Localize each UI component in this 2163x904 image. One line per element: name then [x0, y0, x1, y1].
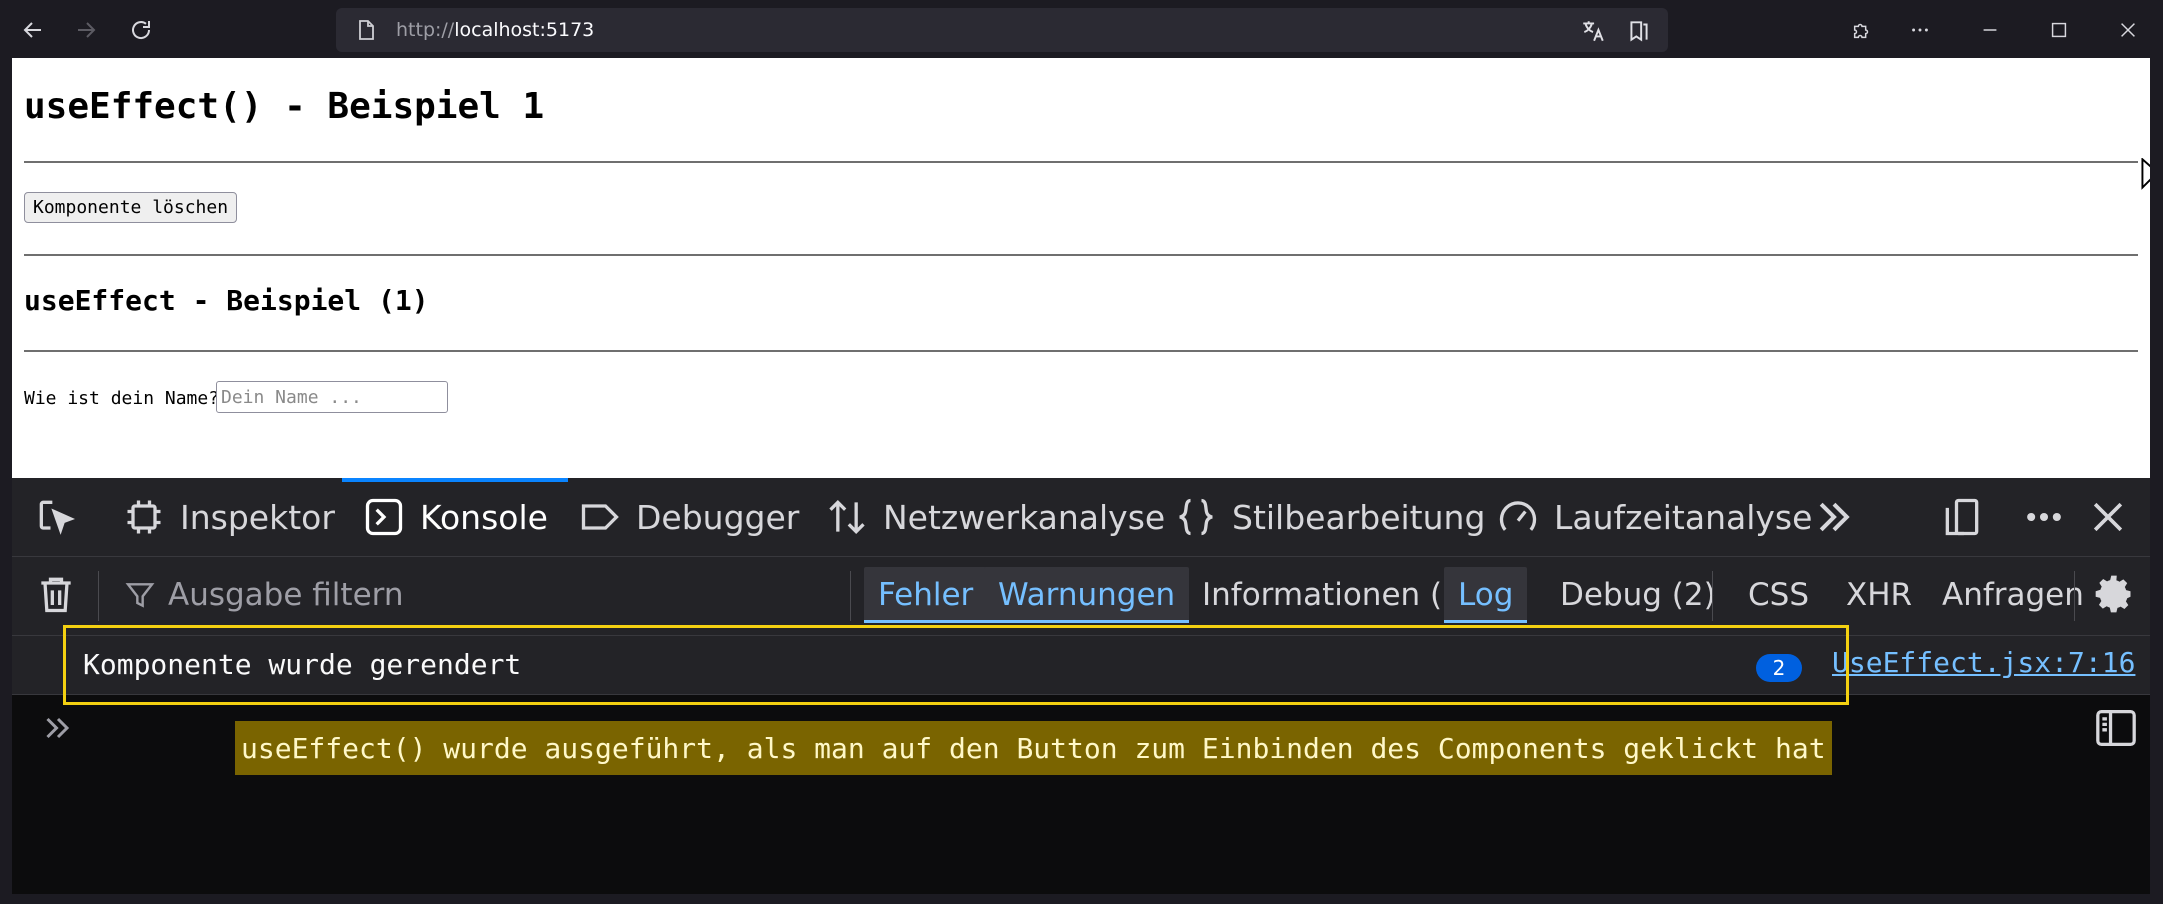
performance-icon — [1499, 501, 1537, 531]
extensions-button[interactable] — [1840, 10, 1884, 50]
tab-inspector[interactable]: Inspektor — [122, 478, 335, 556]
minimize-icon — [1983, 29, 1997, 31]
console-message[interactable]: Komponente wurde gerendert 2 UseEffect.j… — [12, 636, 2150, 695]
tab-debugger[interactable]: Debugger — [578, 478, 799, 556]
source-link[interactable]: UseEffect.jsx:7:16 — [1832, 646, 2135, 679]
filter-warnings[interactable]: Warnungen — [984, 567, 1190, 623]
forward-button[interactable] — [64, 10, 108, 50]
page-viewport: useEffect() - Beispiel 1 Komponente lösc… — [12, 58, 2150, 478]
devtools-tabbar: Inspektor Konsole Debugger Netzwerkanaly… — [12, 478, 2150, 557]
menu-button[interactable] — [1898, 10, 1942, 50]
divider — [24, 254, 2138, 256]
toolbar-separator — [2074, 571, 2075, 621]
filter-debug[interactable]: Debug (2) — [1546, 567, 1730, 623]
toolbar-separator — [850, 571, 851, 621]
tab-performance[interactable]: Laufzeitanalyse — [1496, 478, 1812, 556]
console-icon — [365, 498, 403, 536]
url-scheme: http:// — [396, 19, 455, 41]
toolbar-separator — [1712, 571, 1713, 621]
annotation-label: useEffect() wurde ausgeführt, als man au… — [235, 721, 1832, 775]
close-devtools-icon[interactable] — [2086, 495, 2130, 539]
filter-xhr[interactable]: XHR — [1832, 567, 1926, 623]
network-icon — [829, 499, 865, 535]
filter-errors[interactable]: Fehler — [864, 567, 988, 623]
devtools-panel: Inspektor Konsole Debugger Netzwerkanaly… — [12, 478, 2150, 894]
arrow-right-icon — [78, 22, 96, 38]
delete-component-button[interactable]: Komponente löschen — [24, 192, 238, 223]
close-icon — [2121, 23, 2135, 37]
filter-log[interactable]: Log — [1444, 567, 1528, 623]
arrow-left-icon — [23, 22, 41, 38]
tab-style-editor[interactable]: Stilbearbeitung — [1174, 478, 1485, 556]
inspector-icon — [127, 500, 161, 534]
puzzle-icon — [1853, 23, 1869, 39]
debugger-icon — [581, 504, 619, 530]
reader-view-icon[interactable] — [1626, 18, 1652, 44]
trash-icon[interactable] — [34, 572, 78, 616]
tab-label: Stilbearbeitung — [1232, 497, 1486, 537]
dock-toggle-icon[interactable] — [1940, 495, 1984, 539]
filter-input[interactable]: Ausgabe filtern — [168, 577, 404, 613]
style-editor-icon — [1179, 498, 1213, 536]
page-title: useEffect() - Beispiel 1 — [24, 86, 545, 127]
mouse-cursor-icon — [2141, 158, 2150, 190]
filter-icon — [125, 583, 155, 608]
tab-label: Inspektor — [180, 497, 335, 537]
tab-label: Laufzeitanalyse — [1554, 497, 1813, 537]
address-bar[interactable]: http://localhost:5173 — [336, 8, 1668, 52]
maximize-button[interactable] — [2037, 10, 2081, 50]
divider — [24, 161, 2138, 163]
reload-icon — [132, 21, 151, 39]
chevron-double-right-icon[interactable] — [1812, 495, 1856, 539]
tab-label: Konsole — [420, 497, 548, 537]
url-host: localhost:5173 — [454, 19, 595, 41]
reload-button[interactable] — [119, 10, 163, 50]
filter-requests[interactable]: Anfragen — [1928, 567, 2098, 623]
filter-css[interactable]: CSS — [1734, 567, 1823, 623]
url-text: http://localhost:5173 — [396, 19, 594, 41]
name-label: Wie ist dein Name? — [24, 388, 220, 409]
toolbar-separator — [98, 571, 99, 621]
more-horizontal-icon[interactable] — [2022, 495, 2066, 539]
name-input[interactable] — [216, 381, 448, 413]
page-icon — [359, 20, 374, 40]
maximize-icon — [2051, 22, 2067, 38]
repeat-count-badge: 2 — [1756, 654, 1802, 682]
filter-info[interactable]: Informationen (1) — [1188, 567, 1488, 623]
tab-network[interactable]: Netzwerkanalyse — [825, 478, 1165, 556]
translate-icon[interactable] — [1580, 18, 1606, 44]
divider — [24, 350, 2138, 352]
close-window-button[interactable] — [2106, 10, 2150, 50]
tab-label: Netzwerkanalyse — [883, 497, 1166, 537]
browser-titlebar: http://localhost:5173 — [0, 0, 2163, 58]
chevron-double-right-icon — [46, 717, 70, 739]
console-toolbar: Ausgabe filtern Fehler Warnungen Informa… — [12, 557, 2150, 636]
console-message-text: Komponente wurde gerendert — [83, 648, 522, 681]
tab-console[interactable]: Konsole — [342, 478, 568, 556]
back-button[interactable] — [11, 10, 55, 50]
gear-icon[interactable] — [2092, 572, 2136, 616]
more-horizontal-icon — [1912, 28, 1928, 32]
element-picker-icon[interactable] — [34, 495, 78, 539]
minimize-button[interactable] — [1968, 10, 2012, 50]
sidebar-toggle-icon[interactable] — [2094, 708, 2138, 748]
tab-label: Debugger — [636, 497, 800, 537]
section-title: useEffect - Beispiel (1) — [24, 284, 429, 317]
